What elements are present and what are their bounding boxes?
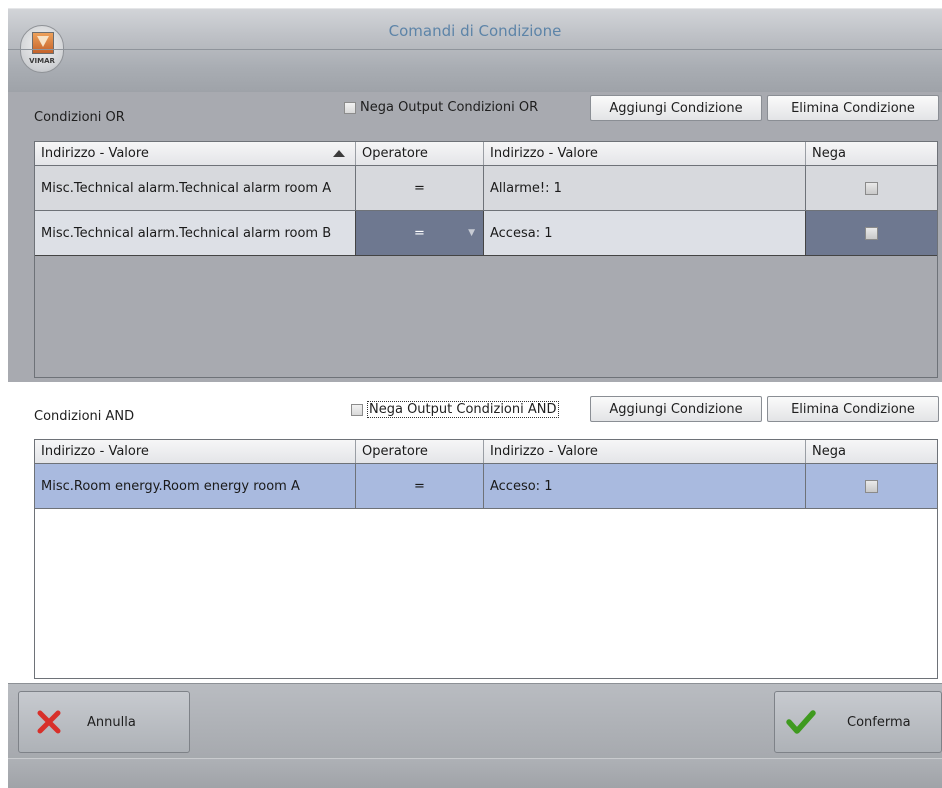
and-conditions-grid: Indirizzo - Valore Operatore Indirizzo -…	[34, 439, 938, 679]
negate-and-output-checkbox[interactable]: Nega Output Condizioni AND	[351, 401, 559, 418]
and-delete-condition-button[interactable]: Elimina Condizione	[767, 396, 939, 422]
row-operator[interactable]: =	[356, 166, 484, 210]
and-grid-header: Indirizzo - Valore Operatore Indirizzo -…	[35, 440, 937, 464]
column-header-operator[interactable]: Operatore	[356, 440, 484, 463]
negate-and-checkbox-box[interactable]	[351, 403, 363, 416]
row-address[interactable]: Misc.Room energy.Room energy room A	[35, 464, 356, 508]
row-negate-checkbox[interactable]	[865, 479, 878, 493]
column-header-address-label: Indirizzo - Valore	[41, 146, 149, 161]
cancel-button-label: Annulla	[87, 714, 136, 730]
row-address[interactable]: Misc.Technical alarm.Technical alarm roo…	[35, 166, 356, 210]
row-negate	[806, 166, 937, 210]
logo-text: VIMAR	[29, 57, 55, 65]
confirm-button[interactable]: Conferma	[774, 691, 942, 753]
chevron-down-icon[interactable]: ▼	[468, 228, 475, 238]
column-header-address[interactable]: Indirizzo - Valore	[35, 142, 356, 165]
status-bar	[8, 758, 942, 788]
title-bar: VIMAR Comandi di Condizione	[8, 8, 942, 93]
or-add-condition-button[interactable]: Aggiungi Condizione	[590, 95, 762, 121]
checkmark-icon	[781, 702, 821, 742]
column-header-negate[interactable]: Nega	[806, 440, 937, 463]
window-title: Comandi di Condizione	[388, 22, 562, 40]
column-header-address[interactable]: Indirizzo - Valore	[35, 440, 356, 463]
cancel-button[interactable]: Annulla	[18, 691, 190, 753]
row-operator-value: =	[414, 225, 425, 241]
and-section-label: Condizioni AND	[34, 409, 135, 424]
negate-or-output-checkbox[interactable]: Nega Output Condizioni OR	[344, 100, 538, 115]
close-icon	[29, 702, 69, 742]
and-add-condition-button[interactable]: Aggiungi Condizione	[590, 396, 762, 422]
sort-ascending-icon	[333, 150, 345, 157]
or-grid-header: Indirizzo - Valore Operatore Indirizzo -…	[35, 142, 937, 166]
row-value[interactable]: Acceso: 1	[484, 464, 806, 508]
title-divider	[8, 49, 942, 50]
table-row-selected[interactable]: Misc.Technical alarm.Technical alarm roo…	[35, 211, 937, 256]
dialog-footer: Annulla Conferma	[8, 683, 942, 759]
row-negate-checkbox[interactable]	[865, 181, 878, 195]
confirm-button-label: Conferma	[847, 714, 911, 730]
and-conditions-panel: Condizioni AND Nega Output Condizioni AN…	[8, 383, 942, 683]
or-conditions-grid: Indirizzo - Valore Operatore Indirizzo -…	[34, 141, 938, 378]
row-negate	[806, 211, 937, 255]
negate-or-checkbox-label: Nega Output Condizioni OR	[360, 100, 539, 115]
column-header-value[interactable]: Indirizzo - Valore	[484, 440, 806, 463]
condition-commands-window: VIMAR Comandi di Condizione Condizioni O…	[0, 0, 942, 788]
row-operator[interactable]: =	[356, 464, 484, 508]
row-value[interactable]: Accesa: 1	[484, 211, 806, 255]
row-negate	[806, 464, 937, 508]
column-header-operator[interactable]: Operatore	[356, 142, 484, 165]
row-address[interactable]: Misc.Technical alarm.Technical alarm roo…	[35, 211, 356, 255]
column-header-negate[interactable]: Nega	[806, 142, 937, 165]
table-row-selected[interactable]: Misc.Room energy.Room energy room A = Ac…	[35, 464, 937, 509]
row-negate-checkbox[interactable]	[865, 226, 878, 240]
column-header-value[interactable]: Indirizzo - Valore	[484, 142, 806, 165]
or-section-label: Condizioni OR	[34, 110, 125, 125]
table-row[interactable]: Misc.Technical alarm.Technical alarm roo…	[35, 166, 937, 211]
or-conditions-panel: Condizioni OR Nega Output Condizioni OR …	[8, 92, 942, 382]
negate-and-checkbox-label: Nega Output Condizioni AND	[367, 401, 559, 418]
or-delete-condition-button[interactable]: Elimina Condizione	[767, 95, 939, 121]
row-operator-dropdown[interactable]: = ▼	[356, 211, 484, 255]
negate-or-checkbox-box[interactable]	[344, 101, 356, 114]
row-value[interactable]: Allarme!: 1	[484, 166, 806, 210]
